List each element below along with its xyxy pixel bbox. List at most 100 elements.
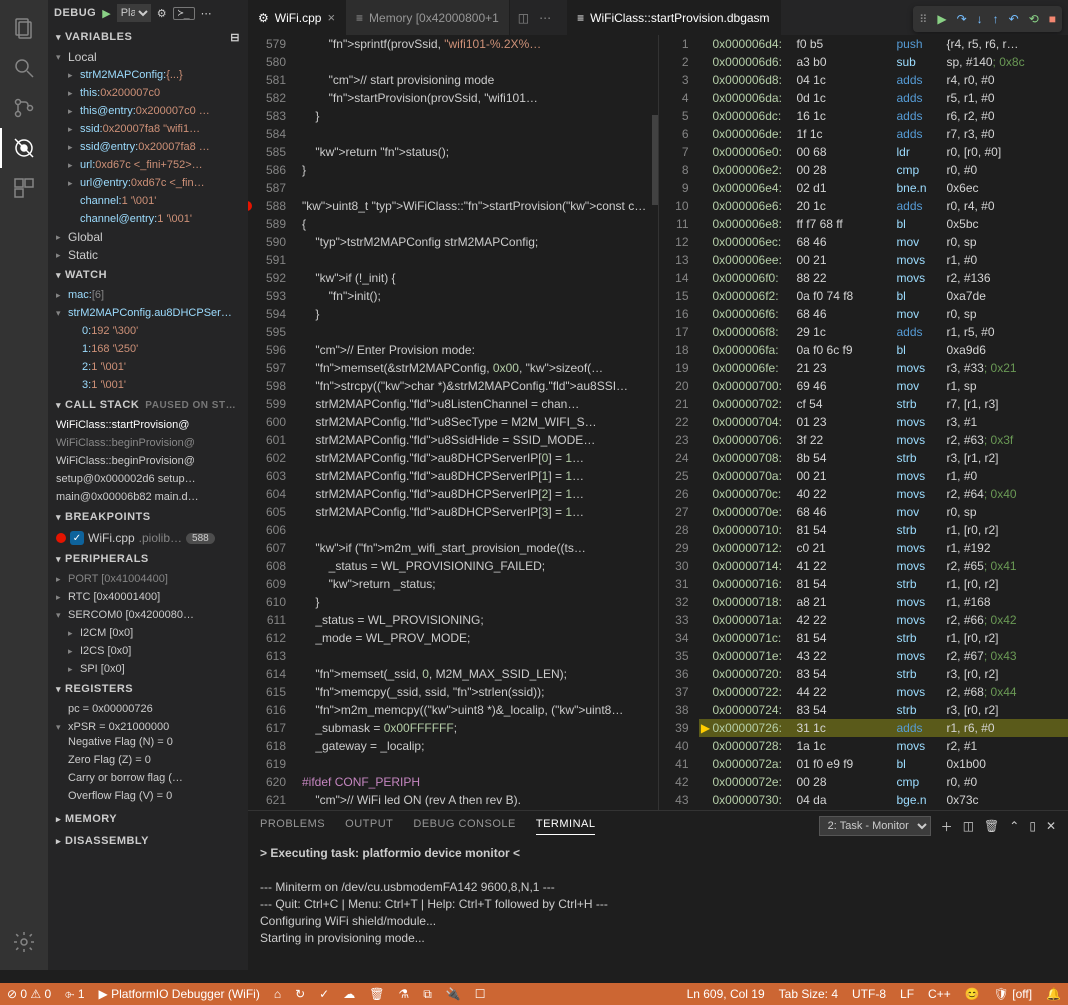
status-item[interactable]: UTF-8 [845,987,893,1001]
new-terminal-icon[interactable]: ＋ [941,818,953,835]
variables-header[interactable]: ▾VARIABLES⊟ [48,26,248,48]
panel-tab[interactable]: DEBUG CONSOLE [413,818,515,835]
stop-button[interactable]: ■ [1049,12,1056,26]
activity-settings-icon[interactable] [0,922,48,962]
activity-explorer-icon[interactable] [0,8,48,48]
status-icon[interactable]: 🗑 [362,987,391,1001]
breakpoint-checkbox[interactable]: ✓ [70,531,84,545]
panel-tab[interactable]: PROBLEMS [260,818,325,835]
peripheral-child-row[interactable]: ▸I2CM [0x0] [48,624,248,642]
debug-config-select[interactable]: Pla [117,4,151,22]
registers-header[interactable]: ▾REGISTERS [48,678,248,700]
terminal-selector[interactable]: 2: Task - Monitor [819,816,931,836]
breakpoint-marker-icon[interactable] [248,201,252,211]
breakpoint-row[interactable]: ✓WiFi.cpp .piolib… 588 [48,528,248,548]
status-item[interactable]: 🛡 [off] [987,987,1039,1001]
continue-button[interactable]: ▶ [937,12,946,26]
variable-row[interactable]: ▸url: 0xd67c <_fini+752>… [48,156,248,174]
terminal-body[interactable]: > Executing task: platformio device moni… [248,841,1068,970]
memory-header[interactable]: ▸MEMORY [48,808,248,830]
status-icon[interactable]: ⧉ [416,987,439,1002]
editor-tab[interactable]: ≡WiFiClass::startProvision.dbgasm [567,0,780,35]
variable-row[interactable]: ▸url@entry: 0xd67c <_fin… [48,174,248,192]
variable-row[interactable]: ▸this: 0x200007c0 [48,84,248,102]
step-into-button[interactable]: ↓ [977,12,983,26]
register-row[interactable]: ▾xPSR = 0x21000000 [48,718,248,736]
editor-left[interactable]: 5795805815825835845855865875885895905915… [248,35,658,810]
debug-console-icon[interactable]: ≻_ [173,7,195,20]
register-row[interactable]: pc = 0x00000726 [48,700,248,718]
status-item[interactable]: Tab Size: 4 [772,987,845,1001]
debug-more-icon[interactable]: ⋯ [201,7,212,20]
panel-tab[interactable]: OUTPUT [345,818,393,835]
status-icon[interactable]: ⌂ [267,987,288,1001]
editor-tab[interactable]: ⚙WiFi.cpp× [248,0,346,35]
tab-more-icon[interactable]: ⋯ [539,11,551,25]
debug-start-button[interactable]: ▶ [102,7,110,20]
maximize-panel-icon[interactable]: ⌃ [1009,819,1019,833]
split-terminal-icon[interactable]: ◫ [963,819,974,833]
status-icon[interactable]: ☐ [468,987,493,1001]
close-panel-icon[interactable]: ✕ [1046,819,1056,833]
variable-row[interactable]: ▸this@entry: 0x200007c0 … [48,102,248,120]
status-item[interactable]: ▶ PlatformIO Debugger (WiFi) [92,987,267,1001]
watch-header[interactable]: ▾WATCH [48,264,248,286]
watch-child-row[interactable]: 2: 1 '\001' [48,358,248,376]
peripheral-row[interactable]: ▸RTC [0x40001400] [48,588,248,606]
watch-child-row[interactable]: 0: 192 '\300' [48,322,248,340]
callstack-frame[interactable]: WiFiClass::startProvision@ [48,416,248,434]
callstack-frame[interactable]: WiFiClass::beginProvision@ [48,434,248,452]
restart-button[interactable]: ⟲ [1029,12,1039,26]
kill-terminal-icon[interactable]: 🗑 [984,819,999,833]
panel-layout-icon[interactable]: ▯ [1029,819,1036,833]
peripheral-child-row[interactable]: ▸SPI [0x0] [48,660,248,678]
activity-extensions-icon[interactable] [0,168,48,208]
watch-child-row[interactable]: 1: 168 '\250' [48,340,248,358]
status-item[interactable]: 😊 [958,987,987,1001]
status-item[interactable]: ⊘ 0 ⚠ 0 [0,987,58,1001]
peripheral-child-row[interactable]: ▸I2CS [0x0] [48,642,248,660]
watch-child-row[interactable]: 3: 1 '\001' [48,376,248,394]
status-item[interactable]: ⌱ 1 [58,987,91,1002]
split-editor-icon[interactable]: ◫ [518,11,529,25]
step-out-button[interactable]: ↑ [993,12,999,26]
peripheral-row[interactable]: ▸PORT [0x41004400] [48,570,248,588]
debug-gear-icon[interactable]: ⚙ [157,7,167,20]
tab-close-icon[interactable]: × [327,10,335,25]
editor-right[interactable]: 1234567891011121314151617181920212223242… [658,35,1068,810]
activity-search-icon[interactable] [0,48,48,88]
scope-row[interactable]: ▾Local [48,48,248,66]
step-back-button[interactable]: ↶ [1009,12,1019,26]
variable-row[interactable]: channel@entry: 1 '\001' [48,210,248,228]
callstack-frame[interactable]: setup@0x000002d6 setup… [48,470,248,488]
status-item[interactable]: LF [893,987,921,1001]
scope-row[interactable]: ▸Global [48,228,248,246]
status-icon[interactable]: ↻ [288,987,312,1001]
activity-debug-icon[interactable] [0,128,48,168]
callstack-header[interactable]: ▾CALL STACKPAUSED ON ST… [48,394,248,416]
variable-row[interactable]: ▸ssid@entry: 0x20007fa8 … [48,138,248,156]
breakpoints-header[interactable]: ▾BREAKPOINTS [48,506,248,528]
status-item[interactable]: 🔔 [1039,987,1068,1001]
status-icon[interactable]: ☁ [336,987,362,1001]
peripheral-row[interactable]: ▾SERCOM0 [0x4200080… [48,606,248,624]
status-icon[interactable]: ✓ [312,987,336,1001]
scope-row[interactable]: ▸Static [48,246,248,264]
status-icon[interactable]: ⚗ [391,987,416,1001]
peripherals-header[interactable]: ▾PERIPHERALS [48,548,248,570]
disassembly-header[interactable]: ▸DISASSEMBLY [48,830,248,852]
variable-row[interactable]: channel: 1 '\001' [48,192,248,210]
watch-row[interactable]: ▾strM2MAPConfig.au8DHCPSer… [48,304,248,322]
callstack-frame[interactable]: WiFiClass::beginProvision@ [48,452,248,470]
panel-tab[interactable]: TERMINAL [536,818,596,835]
step-over-button[interactable]: ↷ [957,12,967,26]
collapse-all-icon[interactable]: ⊟ [230,31,240,44]
callstack-frame[interactable]: main@0x00006b82 main.d… [48,488,248,506]
variable-row[interactable]: ▸ssid: 0x20007fa8 "wifi1… [48,120,248,138]
watch-row[interactable]: ▸mac: [6] [48,286,248,304]
editor-tab[interactable]: ≡Memory [0x42000800+1 [346,0,510,35]
status-item[interactable]: Ln 609, Col 19 [680,987,772,1001]
status-item[interactable]: C++ [921,987,958,1001]
activity-scm-icon[interactable] [0,88,48,128]
status-icon[interactable]: 🔌 [439,987,468,1001]
